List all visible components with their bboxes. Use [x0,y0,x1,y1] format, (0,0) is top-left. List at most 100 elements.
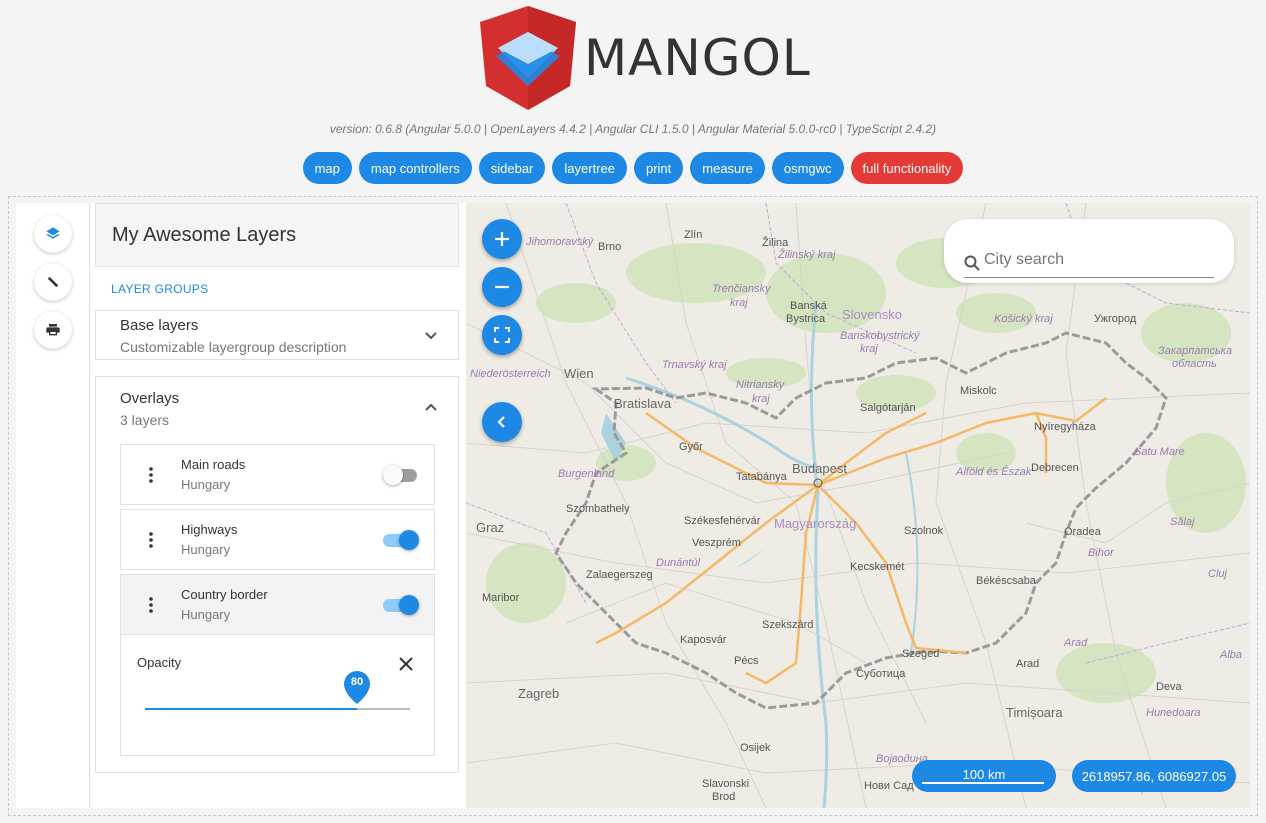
nav-print-button[interactable]: print [633,152,684,184]
nav-map-button[interactable]: map [302,152,352,184]
map-label: Košický kraj [994,313,1053,325]
layer-description: Hungary [181,542,231,557]
map-label: Zlín [684,229,703,241]
nav-sidebar-button[interactable]: sidebar [478,152,546,184]
map-label: Kecskemét [850,561,905,573]
chevron-up-icon[interactable] [424,402,438,412]
map-label: Magyarország [774,516,857,531]
section-label: LAYER GROUPS [111,282,209,296]
measure-tab[interactable] [34,263,72,301]
layergroup-base[interactable]: Base layers Customizable layergroup desc… [95,310,459,360]
map-label: Arad [1016,658,1040,670]
mangol-logo-icon [480,6,576,110]
map-label: Arad [1064,637,1088,649]
map-label: Закарпатська [1158,345,1233,357]
opacity-slider-fill [145,708,357,710]
plus-icon [495,232,509,246]
collapse-sidebar-button[interactable] [482,402,522,442]
map-label: Burgenland [558,468,615,480]
layer-item-country-border: Country border Hungary [120,574,435,635]
scale-line: 100 km [912,760,1056,792]
more-vert-icon[interactable] [149,467,153,483]
fullscreen-button[interactable] [482,315,522,355]
layergroup-description: 3 layers [120,412,170,428]
map-label: Cluj [1208,568,1227,580]
map-label: Trenčiansky [712,283,771,295]
map-label: Budapest [792,461,847,476]
scale-value: 100 km [962,766,1006,782]
map-label: Dunántúl [656,557,701,569]
opacity-slider[interactable]: 80 [145,671,410,710]
layergroup-description: Customizable layergroup description [120,339,347,355]
close-icon[interactable] [398,656,414,672]
sidebar-tabs [16,203,90,808]
map-label: Győr [679,441,703,453]
city-search-input[interactable] [984,251,1212,269]
map-label: Zalaegerszeg [586,569,653,581]
map-label: Deva [1156,681,1182,693]
map-label: Alföld és Észak [956,466,1032,478]
layers-tab[interactable] [34,215,72,253]
mouse-position: 2618957.86, 6086927.05 [1072,760,1236,792]
map-label: Ужгород [1094,313,1137,325]
map-label: Brno [598,241,622,253]
print-tab[interactable] [34,311,72,349]
zoom-in-button[interactable] [482,219,522,259]
nav-osmgwc-button[interactable]: osmgwc [771,152,844,184]
chevron-down-icon[interactable] [424,331,438,341]
nav-full-functionality-button[interactable]: full functionality [850,152,964,184]
layer-visibility-toggle[interactable] [383,593,419,617]
map-label: Békéscsaba [976,575,1036,587]
map-label: Oradea [1064,526,1101,538]
map-label: Nyíregyháza [1034,421,1096,433]
search-underline [964,277,1214,278]
map-label: Суботица [856,668,906,680]
nav-measure-button[interactable]: measure [690,152,765,184]
map-label: Miskolc [960,385,997,397]
map-label: Jihomoravský [526,236,594,248]
city-search [944,219,1234,283]
map-label: Bratislava [614,396,672,411]
mangol-container: My Awesome Layers LAYER GROUPS Base laye… [16,203,1250,808]
map-label: Maribor [482,592,520,604]
layergroup-overlays: Overlays 3 layers Main roads Hungary Hig… [95,376,459,773]
map-label: Salgótarján [860,402,916,414]
map-label: Hunedoara [1146,707,1201,719]
opacity-slider-thumb[interactable]: 80 [343,670,371,706]
opacity-label: Opacity [137,655,182,670]
more-vert-icon[interactable] [149,597,153,613]
nav-layertree-button[interactable]: layertree [552,152,627,184]
map-label: Szolnok [904,525,944,537]
layer-name: Highways [181,522,238,537]
nav-map-controllers-button[interactable]: map controllers [358,152,472,184]
layer-name: Country border [181,587,268,602]
zoom-out-button[interactable] [482,267,522,307]
map-label: Wien [564,366,594,381]
layer-description: Hungary [181,607,231,622]
map-view[interactable]: Jihomoravský Brno Zlín Žilina Žilinský k… [466,203,1250,808]
map-label: Satu Mare [1134,446,1185,458]
map-label: Zagreb [518,686,560,701]
map-label: Graz [476,520,505,535]
map-label: Alba [1220,649,1243,661]
version-info: version: 0.6.8 (Angular 5.0.0 | OpenLaye… [329,122,937,136]
fullscreen-icon [494,327,510,343]
more-vert-icon[interactable] [149,532,153,548]
opacity-panel: Opacity 80 [120,635,435,756]
ruler-icon [47,276,59,288]
layertree-panel: My Awesome Layers LAYER GROUPS Base laye… [95,203,459,808]
map-label: Niederösterreich [470,368,551,380]
layer-visibility-toggle[interactable] [383,528,419,552]
layer-visibility-toggle[interactable] [383,463,419,487]
map-label: Pécs [734,655,759,667]
map-label: Veszprém [692,537,741,549]
map-label: Nitriansky [736,379,785,391]
map-label: Szekszárd [762,619,814,631]
layer-name: Main roads [181,457,246,472]
panel-title: My Awesome Layers [95,203,459,267]
map-label: kraj [752,393,770,405]
map-label: Bihor [1088,547,1114,559]
map-label: Timișoara [1006,705,1063,720]
map-label: Bystrica [786,313,826,325]
demo-nav: map map controllers sidebar layertree pr… [0,152,1266,184]
